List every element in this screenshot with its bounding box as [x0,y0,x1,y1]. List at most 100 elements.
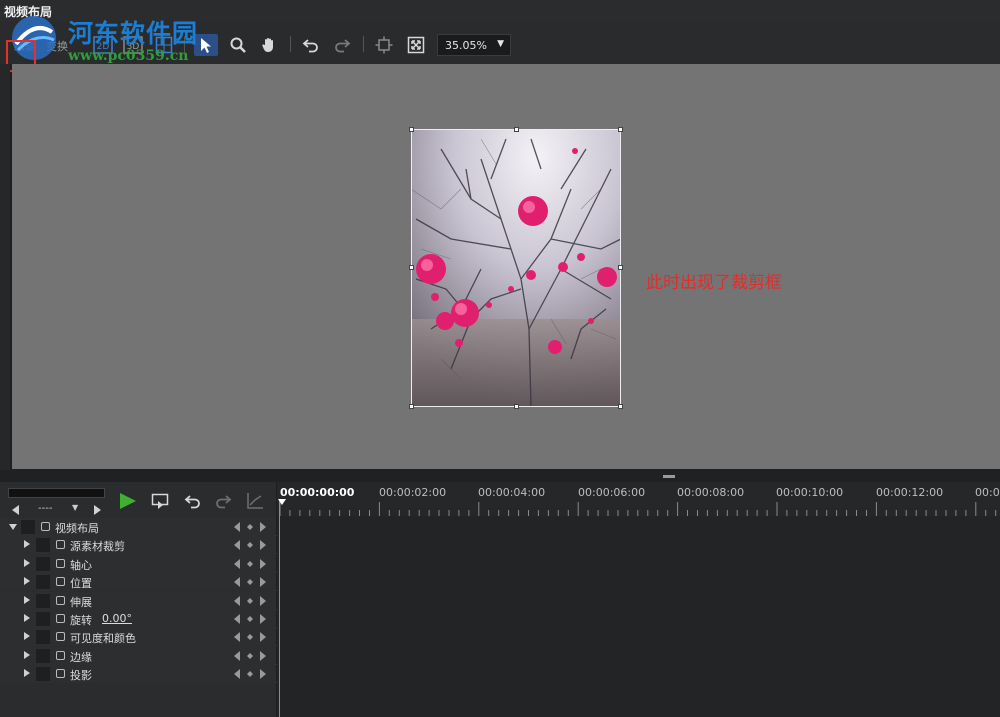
chevron-right-icon[interactable] [24,558,30,567]
left-strip [0,64,10,474]
track-row[interactable]: 视频布局 [0,518,1000,536]
playhead-line[interactable] [279,500,280,717]
track-label: 可见度和颜色 [70,632,136,646]
track-checkbox[interactable] [21,520,35,534]
track-row[interactable]: 位置 [0,573,1000,592]
track-lane[interactable] [277,573,1000,592]
time-label: 00:00:10:00 [776,486,844,499]
zoom-dropdown[interactable]: 35.05% ▼ [437,34,511,56]
chevron-right-icon[interactable] [24,669,30,678]
crop-handle-bottom-left[interactable] [409,404,414,409]
watermark-url: www.pc0359.cn [68,48,189,64]
keyframe-toggle-icon[interactable] [41,522,50,531]
crop-handle-top[interactable] [514,127,519,132]
scroll-bar[interactable] [8,488,105,498]
chevron-right-icon[interactable] [24,632,30,641]
track-row[interactable]: 伸展 [0,591,1000,610]
crop-handle-left[interactable] [409,265,414,270]
track-lane[interactable] [277,554,1000,573]
keyframe-nav-icons[interactable] [234,558,266,569]
keyframe-toggle-icon[interactable] [56,614,65,623]
watermark: 河东软件园 www.pc0359.cn [6,10,206,70]
track-label: 源素材裁剪 [70,540,125,554]
track-lane[interactable] [277,536,1000,555]
keyframe-nav-icons[interactable] [234,522,266,532]
time-label: 00:00:06:00 [578,486,646,499]
toolbar-separator [290,36,291,52]
loop-play-icon[interactable] [151,491,169,511]
track-lane[interactable] [277,628,1000,647]
time-label: 00:0 [975,486,1000,499]
undo-icon[interactable] [300,34,322,56]
keyframe-nav-icons[interactable] [234,540,266,551]
chevron-down-icon[interactable] [9,524,17,530]
keyframe-toggle-icon[interactable] [56,650,65,660]
undo-icon[interactable] [184,491,202,511]
panel-divider[interactable] [0,470,1000,482]
keyframe-toggle-icon[interactable] [56,577,65,587]
track-row[interactable]: 投影 [0,665,1000,684]
crop-handle-top-left[interactable] [409,127,414,132]
playhead-marker[interactable] [278,499,286,505]
keyframe-nav-icons[interactable] [234,595,266,606]
zoom-magnifier-icon[interactable] [227,34,249,56]
crop-handle-top-right[interactable] [618,127,623,132]
preview-image[interactable] [411,129,621,407]
hand-pan-icon[interactable] [258,34,280,56]
track-checkbox[interactable] [36,575,50,590]
redo-icon[interactable] [331,34,353,56]
track-lane[interactable] [277,646,1000,665]
track-checkbox[interactable] [36,556,50,571]
chevron-down-icon: ▼ [72,503,79,512]
keyframe-toggle-icon[interactable] [56,669,65,679]
graph-curve-icon[interactable] [246,491,264,511]
chevron-right-icon[interactable] [24,595,30,604]
keyframe-toggle-icon[interactable] [56,595,65,605]
track-row[interactable]: 边缘 [0,646,1000,665]
track-lane[interactable] [277,610,1000,628]
track-row[interactable]: 旋转 0.00° [0,610,1000,628]
track-checkbox[interactable] [36,648,50,663]
fullscreen-icon[interactable] [405,34,427,56]
chevron-right-icon[interactable] [93,500,101,520]
track-row[interactable]: 轴心 [0,554,1000,573]
chevron-left-icon[interactable] [12,500,20,520]
crop-handle-bottom-right[interactable] [618,404,623,409]
track-lane[interactable] [277,665,1000,684]
crop-handle-bottom[interactable] [514,404,519,409]
time-label: 00:00:12:00 [876,486,944,499]
track-label: 旋转 [70,614,92,627]
crop-handle-right[interactable] [618,265,623,270]
chevron-right-icon[interactable] [24,650,30,659]
keyframe-toggle-icon[interactable] [56,632,65,642]
keyframe-nav-icons[interactable] [234,632,266,643]
fit-frame-icon[interactable] [373,34,395,56]
plum-blossom-image [411,129,621,407]
keyframe-nav-icons[interactable] [234,577,266,588]
track-label: 视频布局 [55,522,99,535]
chevron-right-icon[interactable] [24,614,30,622]
track-lane[interactable] [277,518,1000,536]
track-row[interactable]: 可见度和颜色 [0,628,1000,647]
track-value[interactable]: 0.00° [102,612,132,625]
resize-grip[interactable] [663,475,675,478]
keyframe-nav-icons[interactable] [234,669,266,680]
keyframe-toggle-icon[interactable] [56,540,65,550]
play-icon[interactable] [118,491,138,511]
track-row[interactable]: 源素材裁剪 [0,536,1000,555]
track-checkbox[interactable] [36,630,50,645]
track-checkbox[interactable] [36,667,50,682]
chevron-right-icon[interactable] [24,540,30,549]
keyframe-nav-icons[interactable] [234,614,266,624]
track-label: 轴心 [70,558,92,572]
toolbar-separator [363,36,364,52]
interpolation-dropdown[interactable]: ---- ▼ [28,503,88,515]
keyframe-toggle-icon[interactable] [56,558,65,568]
track-checkbox[interactable] [36,612,50,626]
chevron-right-icon[interactable] [24,577,30,586]
keyframe-nav-icons[interactable] [234,650,266,661]
track-checkbox[interactable] [36,538,50,553]
track-checkbox[interactable] [36,593,50,608]
redo-icon[interactable] [214,491,232,511]
track-lane[interactable] [277,591,1000,610]
